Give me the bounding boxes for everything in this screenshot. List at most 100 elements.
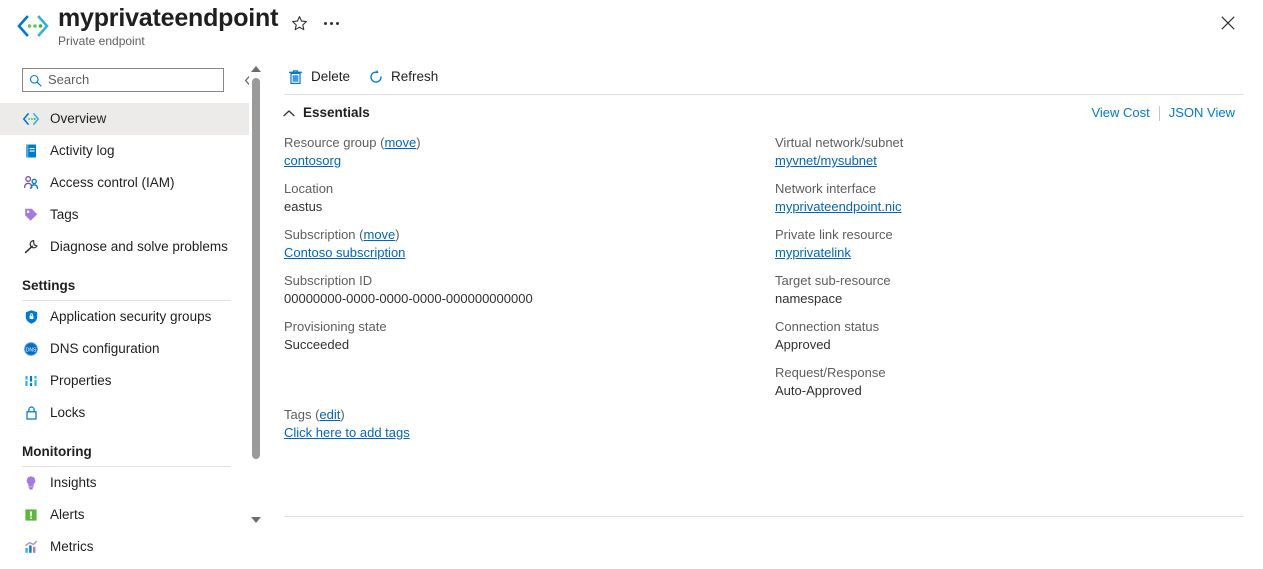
move-subscription-link[interactable]: move [364, 227, 396, 242]
page-subtitle: Private endpoint [58, 34, 145, 48]
refresh-icon [367, 69, 384, 86]
property-value: myprivateendpoint.nic [775, 198, 1245, 216]
tag-icon [22, 206, 40, 224]
sidebar-scrollbar[interactable] [249, 58, 263, 569]
virtual-network-subnet-link[interactable]: myvnet/mysubnet [775, 153, 877, 168]
sidebar-item-insights[interactable]: Insights [0, 467, 249, 499]
command-bar: Delete Refresh [264, 58, 1263, 94]
property-label-text: Subscription [284, 227, 356, 242]
blade-content: Delete Refresh Essentials View Cost JSON… [264, 58, 1263, 569]
search-icon [29, 74, 42, 87]
property-network-interface: Network interface myprivateendpoint.nic [775, 180, 1245, 216]
sidebar-item-label: Access control (IAM) [50, 175, 175, 190]
delete-button-label: Delete [311, 69, 351, 84]
subscription-link[interactable]: Contoso subscription [284, 245, 405, 260]
scrollbar-thumb[interactable] [252, 78, 260, 459]
star-icon[interactable] [286, 10, 312, 36]
sidebar-item-alerts[interactable]: Alerts [0, 499, 249, 531]
sidebar-item-label: Tags [50, 207, 79, 222]
sidebar-item-overview[interactable]: Overview [0, 103, 249, 135]
trash-icon [287, 69, 304, 86]
add-tags-link[interactable]: Click here to add tags [284, 425, 410, 440]
property-connection-status: Connection status Approved [775, 318, 1245, 354]
paren-close: ) [395, 227, 400, 242]
property-value: namespace [775, 291, 843, 306]
delete-button[interactable]: Delete [283, 65, 354, 89]
alerts-icon [22, 506, 40, 524]
sidebar-group-title: Settings [22, 278, 76, 293]
paren-close: ) [340, 407, 345, 422]
essentials-bottom-divider [284, 516, 1244, 517]
json-view-link[interactable]: JSON View [1160, 104, 1244, 122]
paren-close: ) [416, 135, 421, 150]
sidebar-item-diagnose[interactable]: Diagnose and solve problems [0, 231, 249, 263]
blade-sidebar: Overview Activity log [0, 58, 254, 569]
property-label: Location [284, 181, 334, 196]
sidebar-group-monitoring: Monitoring [0, 443, 249, 467]
sidebar-item-metrics[interactable]: Metrics [0, 531, 249, 563]
sidebar-item-label: Insights [50, 475, 97, 490]
sidebar-item-locks[interactable]: Locks [0, 397, 249, 429]
metrics-chart-icon [22, 538, 40, 556]
private-endpoint-icon [16, 13, 50, 39]
chevron-up-icon [283, 109, 295, 118]
sidebar-item-properties[interactable]: Properties [0, 365, 249, 397]
paren-open: ( [355, 227, 364, 242]
property-value: Auto-Approved [775, 383, 862, 398]
sidebar-item-label: Metrics [50, 539, 94, 554]
refresh-button-label: Refresh [391, 69, 439, 84]
tags-label-text: Tags [284, 407, 312, 422]
tags-section: Tags (edit) Click here to add tags [284, 406, 1184, 442]
property-subscription: Subscription (move) Contoso subscription [284, 226, 754, 262]
property-subscription-id: Subscription ID 00000000-0000-0000-0000-… [284, 272, 754, 308]
access-control-icon [22, 174, 40, 192]
ellipsis-dots [323, 21, 339, 25]
private-endpoint-icon [22, 110, 40, 128]
sidebar-item-tags[interactable]: Tags [0, 199, 249, 231]
edit-tags-link[interactable]: edit [319, 407, 340, 422]
property-value: Succeeded [284, 337, 350, 352]
search-box[interactable] [22, 68, 224, 92]
sidebar-item-label: Activity log [50, 143, 115, 158]
shield-icon [22, 308, 40, 326]
property-value: Contoso subscription [284, 244, 754, 262]
refresh-button[interactable]: Refresh [363, 65, 442, 89]
property-label: Subscription (move) [284, 226, 754, 244]
svg-text:DNS: DNS [26, 347, 37, 353]
property-value: 00000000-0000-0000-0000-000000000000 [284, 291, 533, 306]
sidebar-item-label: Locks [50, 405, 86, 420]
sidebar-item-label: DNS configuration [50, 341, 160, 356]
property-label: Network interface [775, 181, 877, 196]
sidebar-item-label: Diagnose and solve problems [50, 239, 228, 254]
private-link-resource-link[interactable]: myprivatelink [775, 245, 851, 260]
view-cost-link[interactable]: View Cost [1082, 104, 1158, 122]
activity-log-icon [22, 142, 40, 160]
scroll-up-arrow-icon[interactable] [249, 62, 263, 76]
tags-label: Tags (edit) [284, 406, 1184, 424]
sidebar-item-dns-configuration[interactable]: DNS DNS configuration [0, 333, 249, 365]
wrench-icon [22, 238, 40, 256]
dns-icon: DNS [22, 340, 40, 358]
ellipsis-icon[interactable] [318, 10, 344, 36]
sidebar-item-application-security-groups[interactable]: Application security groups [0, 301, 249, 333]
page-title: myprivateendpoint [58, 4, 279, 32]
sidebar-item-label: Properties [50, 373, 112, 388]
sidebar-item-access-control[interactable]: Access control (IAM) [0, 167, 249, 199]
property-provisioning-state: Provisioning state Succeeded [284, 318, 754, 354]
close-icon[interactable] [1213, 8, 1243, 38]
search-input[interactable] [48, 71, 217, 89]
sidebar-item-label: Overview [50, 111, 107, 126]
essentials-collapse-toggle[interactable]: Essentials [283, 102, 370, 124]
property-label: Connection status [775, 319, 880, 334]
network-interface-link[interactable]: myprivateendpoint.nic [775, 199, 901, 214]
property-label: Request/Response [775, 365, 886, 380]
resource-group-link[interactable]: contosorg [284, 153, 341, 168]
property-value: myvnet/mysubnet [775, 152, 1245, 170]
azure-portal-blade: myprivateendpoint Private endpoint Searc… [0, 0, 1263, 569]
scroll-down-arrow-icon[interactable] [249, 513, 263, 527]
property-label: Resource group (move) [284, 134, 754, 152]
property-label: Private link resource [775, 227, 893, 242]
sidebar-item-activity-log[interactable]: Activity log [0, 135, 249, 167]
essentials-header: Essentials View Cost JSON View [264, 102, 1263, 126]
move-resource-group-link[interactable]: move [384, 135, 416, 150]
